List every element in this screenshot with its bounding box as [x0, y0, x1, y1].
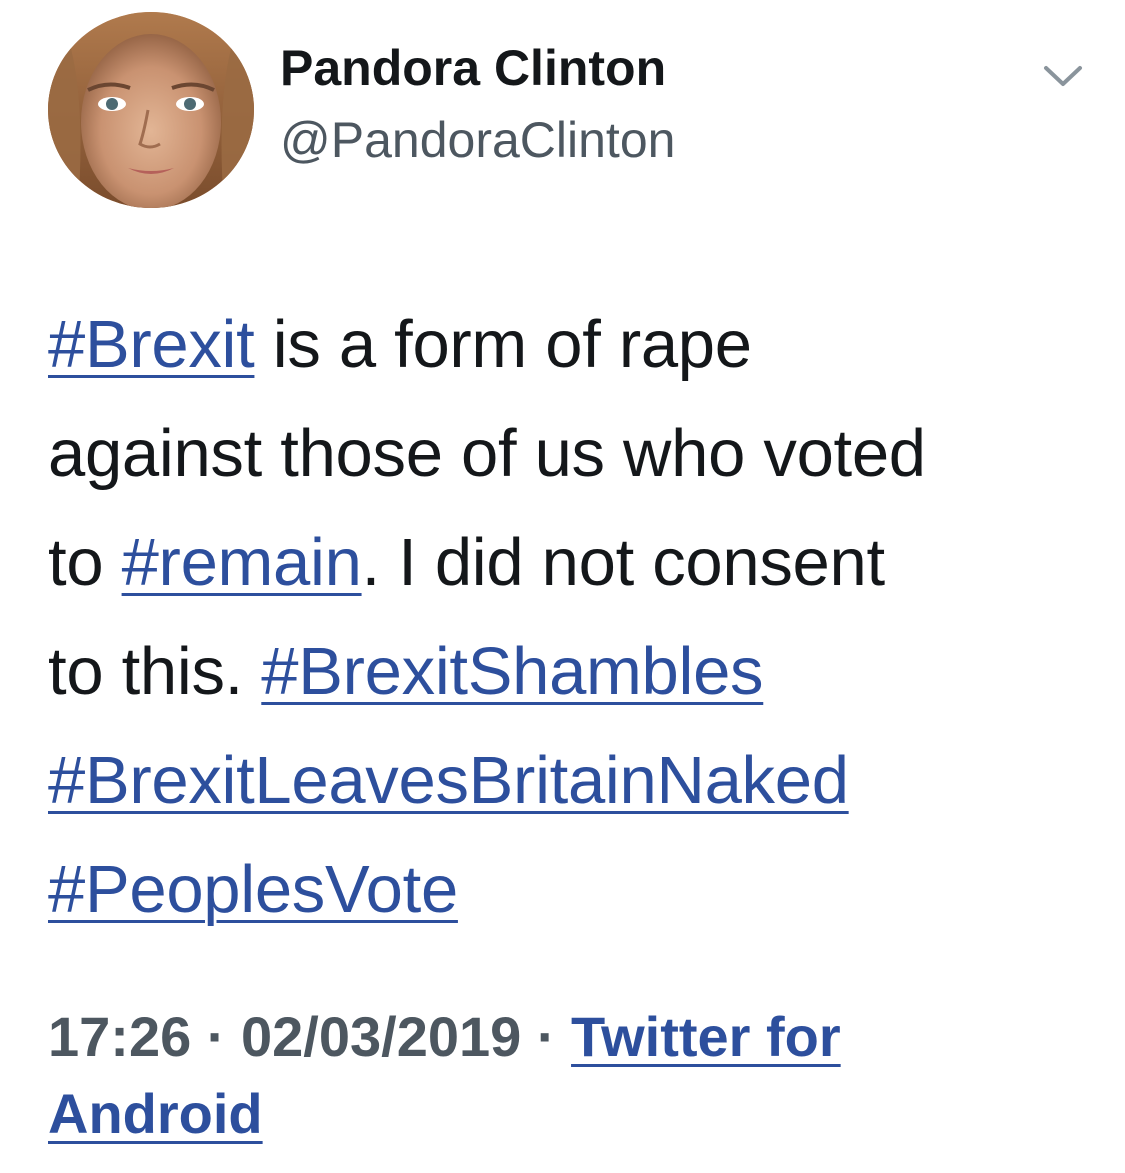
tweet-source-link-continued[interactable]: Android [48, 1082, 263, 1145]
tweet-text: #Brexit is a form of rape against those … [48, 290, 1108, 944]
tweet-source-link[interactable]: Twitter for [571, 1005, 841, 1068]
meta-separator: · [191, 1005, 241, 1068]
avatar-portrait [48, 12, 254, 208]
tweet-text-segment: to this. [48, 634, 262, 709]
tweet-time: 17:26 [48, 1005, 192, 1068]
tweet-date: 02/03/2019 [241, 1005, 522, 1068]
hashtag-link[interactable]: #BrexitLeavesBritainNaked [48, 743, 849, 818]
meta-row: Android [48, 1075, 1108, 1152]
tweet-line: to #remain. I did not consent [48, 508, 1108, 617]
tweet-line: #PeoplesVote [48, 835, 1108, 944]
tweet-line: against those of us who voted [48, 399, 1108, 508]
tweet-meta: 17:26 · 02/03/2019 · Twitter for Android [48, 998, 1108, 1152]
tweet-line: #Brexit is a form of rape [48, 290, 1108, 399]
meta-separator: · [521, 1005, 572, 1068]
tweet-text-segment: is a form of rape [254, 307, 752, 382]
hashtag-link[interactable]: #BrexitShambles [261, 634, 763, 709]
tweet-text-segment: . I did not consent [361, 525, 886, 600]
tweet-text-segment: against those of us who voted [48, 416, 926, 491]
chevron-down-icon[interactable] [1040, 56, 1086, 96]
avatar[interactable] [48, 12, 254, 208]
author-handle[interactable]: @PandoraClinton [280, 110, 675, 170]
tweet-line: to this. #BrexitShambles [48, 617, 1108, 726]
tweet-card: Pandora Clinton @PandoraClinton #Brexit … [0, 0, 1125, 1173]
tweet-line: #BrexitLeavesBritainNaked [48, 726, 1108, 835]
author-name[interactable]: Pandora Clinton [280, 38, 666, 98]
tweet-text-segment: to [48, 525, 122, 600]
hashtag-link[interactable]: #PeoplesVote [48, 852, 458, 927]
meta-row: 17:26 · 02/03/2019 · Twitter for [48, 998, 1108, 1075]
hashtag-link[interactable]: #remain [122, 525, 362, 600]
hashtag-link[interactable]: #Brexit [48, 307, 255, 382]
